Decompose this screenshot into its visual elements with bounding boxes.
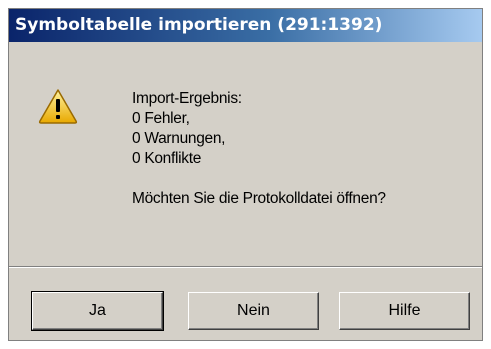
yes-button[interactable]: Ja <box>31 291 164 331</box>
message-line: 0 Fehler, <box>132 110 190 127</box>
dialog-window: Symboltabelle importieren (291:1392) Imp… <box>8 8 483 341</box>
dialog-content: Import-Ergebnis: 0 Fehler, 0 Warnungen, … <box>9 42 482 267</box>
message-line: Import-Ergebnis: <box>132 90 242 107</box>
window-title: Symboltabelle importieren (291:1392) <box>15 15 383 35</box>
help-button[interactable]: Hilfe <box>339 292 470 330</box>
message-line: 0 Konflikte <box>132 150 202 167</box>
warning-icon <box>38 89 78 124</box>
no-button[interactable]: Nein <box>188 292 319 330</box>
message-line: 0 Warnungen, <box>132 130 226 147</box>
title-bar[interactable]: Symboltabelle importieren (291:1392) <box>9 9 482 42</box>
separator <box>9 266 482 268</box>
message-question: Möchten Sie die Protokolldatei öffnen? <box>132 190 386 207</box>
message-text: Import-Ergebnis: 0 Fehler, 0 Warnungen, … <box>132 89 386 209</box>
